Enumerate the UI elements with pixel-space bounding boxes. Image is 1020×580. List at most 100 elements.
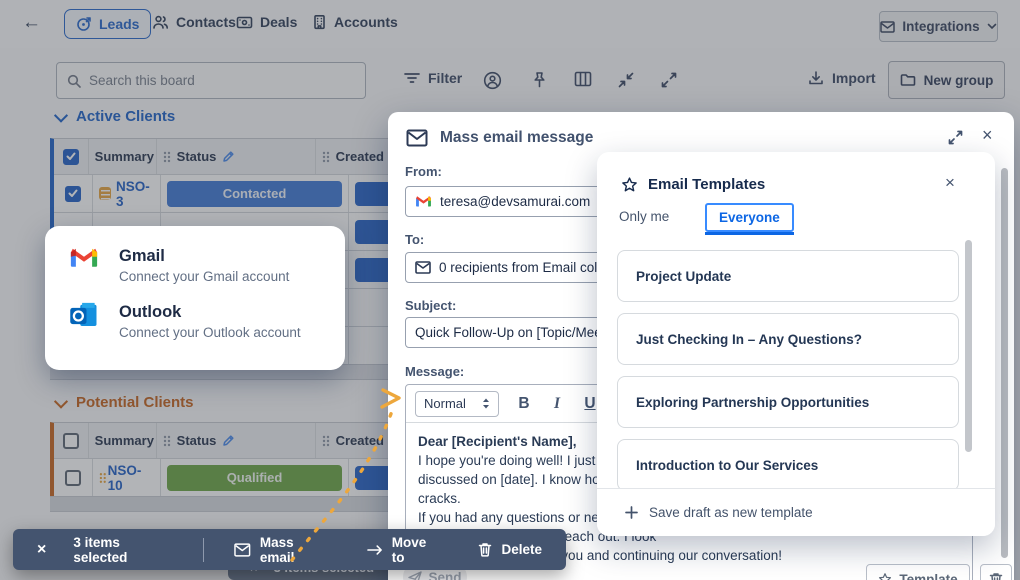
select-all-checkbox[interactable] [63, 149, 79, 165]
new-group-button[interactable]: New group [888, 61, 1005, 99]
nav-tab-label: Deals [260, 14, 297, 30]
expand-modal-icon[interactable] [948, 130, 963, 145]
save-draft-as-template-button[interactable]: Save draft as new template [597, 488, 995, 536]
template-item[interactable]: Introduction to Our Services [617, 439, 959, 491]
back-button[interactable]: ← [22, 13, 41, 33]
created-chip [355, 258, 390, 282]
column-header-created[interactable]: Created [315, 423, 390, 458]
to-value: 0 recipients from Email column [439, 260, 624, 275]
folder-icon [900, 73, 916, 87]
mail-icon [880, 21, 895, 33]
group-header-active-clients[interactable]: Active Clients [56, 108, 175, 125]
drag-handle-icon [322, 151, 330, 163]
drag-handle-icon [99, 472, 107, 484]
nav-tab-deals[interactable]: Deals [236, 14, 297, 30]
connect-account-popup: Gmail Connect your Gmail account Outlook… [45, 226, 345, 370]
italic-button[interactable]: I [549, 395, 565, 413]
import-button[interactable]: Import [808, 70, 876, 86]
filter-label: Filter [428, 70, 462, 86]
modal-scrollbar[interactable] [1001, 168, 1008, 558]
selected-count: 3 items selected [73, 535, 175, 565]
table-row[interactable]: NSO-10 Qualified [54, 459, 390, 497]
search-input[interactable] [89, 73, 339, 88]
accounts-icon [312, 14, 327, 30]
from-label: From: [405, 164, 442, 179]
select-all-checkbox[interactable] [63, 433, 79, 449]
templates-title: Email Templates [648, 176, 765, 193]
connect-option-description: Connect your Gmail account [119, 269, 289, 284]
mass-email-button[interactable]: Mass email [234, 535, 330, 565]
integrations-button[interactable]: Integrations [879, 11, 998, 42]
template-item[interactable]: Project Update [617, 250, 959, 302]
subject-value: Quick Follow-Up on [Topic/Meeting] [415, 325, 627, 340]
delete-draft-button[interactable] [980, 564, 1012, 580]
pin-button[interactable] [531, 71, 548, 89]
arrow-right-icon [367, 544, 383, 556]
template-item[interactable]: Just Checking In – Any Questions? [617, 313, 959, 365]
template-toggle-button[interactable]: Template [866, 564, 970, 580]
edit-pencil-icon[interactable] [222, 150, 235, 163]
close-templates-icon[interactable]: × [945, 173, 955, 193]
nav-tab-label: Contacts [176, 14, 236, 30]
row-checkbox[interactable] [65, 470, 81, 486]
table-header-row: Summary Status Created [54, 423, 390, 459]
drag-handle-icon [163, 435, 171, 447]
divider [203, 538, 204, 562]
nav-tab-accounts[interactable]: Accounts [312, 14, 398, 30]
nav-tab-label: Leads [99, 16, 139, 32]
connect-option-title: Outlook [119, 302, 301, 322]
nav-tab-leads[interactable]: Leads [64, 9, 151, 39]
tab-everyone[interactable]: Everyone [705, 203, 794, 232]
row-checkbox[interactable] [65, 186, 81, 202]
column-header-summary[interactable]: Summary [88, 139, 156, 174]
tab-only-me[interactable]: Only me [619, 209, 669, 224]
mail-icon [415, 261, 431, 274]
filter-icon [404, 72, 420, 84]
templates-scrollbar[interactable] [965, 240, 972, 452]
mail-icon [406, 129, 428, 147]
contacts-icon [152, 14, 169, 30]
profile-filter-button[interactable] [483, 71, 502, 90]
connect-option-description: Connect your Outlook account [119, 325, 301, 340]
outlook-icon [69, 302, 99, 330]
status-badge[interactable]: Qualified [167, 465, 342, 491]
top-navbar: ← Leads Contacts Deals Accounts Integrat… [0, 0, 1020, 48]
row-key-link[interactable]: NSO-3 [116, 179, 154, 209]
column-header-status[interactable]: Status [156, 139, 315, 174]
column-header-status[interactable]: Status [156, 423, 315, 458]
columns-button[interactable] [574, 71, 592, 87]
gmail-icon [69, 246, 99, 270]
import-label: Import [832, 70, 876, 86]
drag-handle-icon [163, 151, 171, 163]
template-item[interactable]: Exploring Partnership Opportunities [617, 376, 959, 428]
clear-selection-icon[interactable]: × [37, 541, 46, 559]
edit-pencil-icon[interactable] [222, 434, 235, 447]
group-footer-strip [50, 496, 390, 512]
underline-button[interactable]: U [582, 395, 598, 413]
connect-outlook-option[interactable]: Outlook Connect your Outlook account [69, 302, 345, 340]
import-icon [808, 70, 824, 86]
potential-clients-table: Summary Status Created NSO-10 Qualified [50, 422, 390, 497]
table-row[interactable]: NSO-3 Contacted [54, 175, 390, 213]
from-value: teresa@devsamurai.com [440, 194, 590, 209]
group-header-potential-clients[interactable]: Potential Clients [56, 394, 194, 411]
move-to-button[interactable]: Move to [367, 535, 441, 565]
collapse-button[interactable] [617, 71, 635, 89]
delete-button[interactable]: Delete [478, 542, 542, 557]
filter-button[interactable]: Filter [404, 70, 462, 86]
created-chip [355, 220, 390, 244]
status-badge[interactable]: Contacted [167, 181, 342, 207]
bold-button[interactable]: B [516, 395, 532, 413]
star-icon [878, 572, 892, 580]
row-key-link[interactable]: NSO-10 [108, 463, 154, 493]
board-search[interactable] [56, 62, 366, 99]
column-header-summary[interactable]: Summary [88, 423, 156, 458]
lead-type-icon [99, 187, 111, 200]
format-select[interactable]: Normal [415, 391, 499, 417]
updown-icon [482, 398, 490, 409]
expand-button[interactable] [660, 71, 678, 89]
close-modal-icon[interactable]: × [982, 125, 993, 146]
connect-gmail-option[interactable]: Gmail Connect your Gmail account [69, 246, 345, 284]
nav-tab-contacts[interactable]: Contacts [152, 14, 236, 30]
column-header-created[interactable]: Created [315, 139, 390, 174]
